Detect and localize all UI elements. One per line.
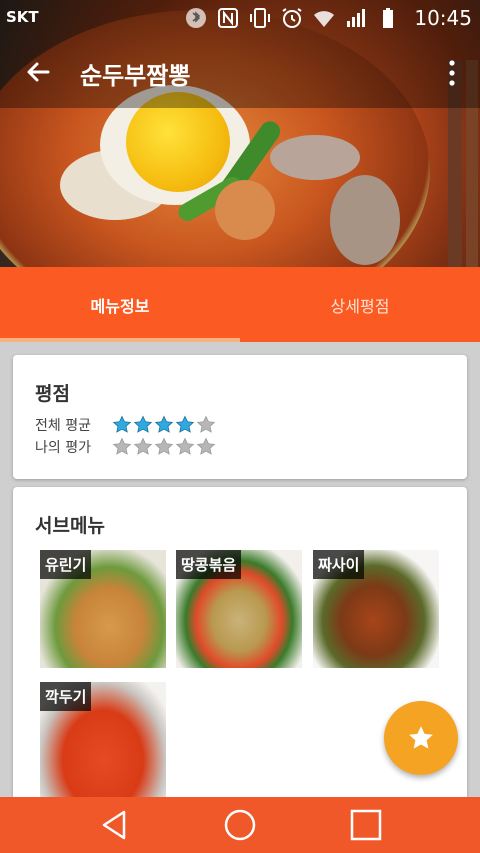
- star-filled-icon: [154, 415, 174, 433]
- carrier-label: SKT: [6, 8, 39, 26]
- star-empty-icon[interactable]: [196, 437, 216, 457]
- star-icon: [409, 726, 433, 749]
- favorite-fab-button[interactable]: [384, 701, 458, 775]
- star-empty-icon[interactable]: [175, 437, 195, 457]
- submenu-item[interactable]: 땅콩볶음: [176, 550, 302, 668]
- overall-stars: [112, 415, 216, 435]
- app-bar: 순두부짬뽕: [0, 44, 480, 100]
- overall-rating-label: 전체 평균: [35, 418, 91, 434]
- my-rating-row: 나의 평가: [35, 436, 216, 458]
- nfc-icon: [218, 8, 238, 28]
- signal-icon: [347, 9, 365, 27]
- star-empty-icon[interactable]: [112, 437, 132, 457]
- arrow-back-icon[interactable]: [22, 56, 54, 88]
- rating-title: 평점: [35, 383, 70, 405]
- tab-detail-rating[interactable]: 상세평점: [240, 267, 480, 342]
- nav-recent-icon[interactable]: [348, 807, 384, 843]
- my-rating-label: 나의 평가: [35, 440, 91, 456]
- page-title: 순두부짬뽕: [80, 62, 191, 90]
- alarm-icon: [282, 8, 302, 28]
- battery-icon: [383, 8, 393, 28]
- bluetooth-icon: [186, 8, 206, 28]
- star-filled-icon: [133, 415, 153, 433]
- status-bar: SKT 10:45: [0, 0, 480, 36]
- clock: 10:45: [414, 6, 472, 30]
- tab-menu-info[interactable]: 메뉴정보: [0, 267, 240, 342]
- tab-bar: 메뉴정보 상세평점: [0, 267, 480, 342]
- star-filled-icon: [175, 415, 195, 433]
- my-rating-stars[interactable]: [112, 437, 216, 457]
- submenu-item[interactable]: 유린기: [40, 550, 166, 668]
- wifi-icon: [314, 11, 334, 27]
- submenu-item-label: 깍두기: [40, 682, 92, 711]
- navigation-bar: [0, 797, 480, 853]
- submenu-title: 서브메뉴: [35, 515, 105, 537]
- star-filled-icon: [112, 415, 132, 433]
- submenu-item-label: 유린기: [40, 550, 92, 579]
- vibrate-icon: [250, 8, 270, 28]
- nav-back-icon[interactable]: [96, 807, 132, 843]
- submenu-item-label: 땅콩볶음: [176, 550, 242, 579]
- hero-food-image: [0, 0, 480, 267]
- star-empty-icon[interactable]: [154, 437, 174, 457]
- star-empty-icon: [196, 415, 216, 433]
- tab-indicator: [0, 338, 240, 342]
- submenu-item-label: 짜사이: [313, 550, 365, 579]
- submenu-item[interactable]: 깍두기: [40, 682, 166, 802]
- overall-rating-row: 전체 평균: [35, 414, 216, 436]
- star-empty-icon[interactable]: [133, 437, 153, 457]
- rating-card: 평점 전체 평균 나의 평가: [13, 355, 467, 479]
- nav-home-icon[interactable]: [222, 807, 258, 843]
- more-vert-icon[interactable]: [444, 58, 460, 88]
- submenu-item[interactable]: 짜사이: [313, 550, 439, 668]
